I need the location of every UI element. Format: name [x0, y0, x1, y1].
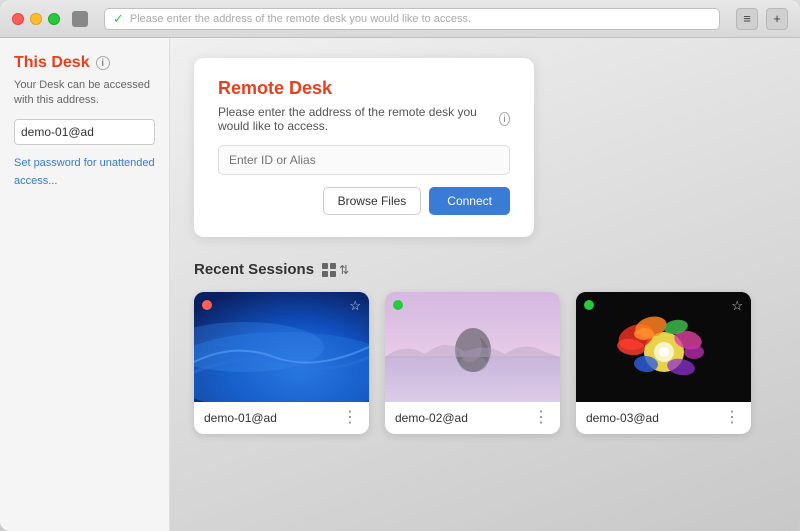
status-dot-green-3 [584, 300, 594, 310]
search-bar[interactable]: ✓ Please enter the address of the remote… [104, 8, 720, 30]
grid-dot [322, 271, 328, 277]
sessions-grid: ☆ demo-01@ad ⋮ [194, 292, 776, 434]
status-dot-green [393, 300, 403, 310]
session-menu-2[interactable]: ⋮ [533, 410, 550, 426]
info-icon[interactable]: i [96, 56, 110, 70]
remote-desk-description: Please enter the address of the remote d… [218, 105, 510, 133]
minimize-button[interactable] [30, 13, 42, 25]
remote-desk-title: Remote Desk [218, 78, 510, 99]
set-password-link[interactable]: Set password for unattended access... [14, 157, 155, 187]
remote-id-input[interactable] [218, 145, 510, 175]
grid-dot [330, 263, 336, 269]
maximize-button[interactable] [48, 13, 60, 25]
search-placeholder: Please enter the address of the remote d… [130, 13, 711, 25]
add-button[interactable]: + [766, 8, 788, 30]
close-button[interactable] [12, 13, 24, 25]
sidebar-description: Your Desk can be accessed with this addr… [14, 78, 155, 109]
sidebar-title: This Desk i [14, 54, 155, 72]
connect-button[interactable]: Connect [429, 187, 510, 215]
check-icon: ✓ [113, 11, 124, 27]
session-thumbnail-3: ☆ [576, 292, 751, 402]
traffic-lights [12, 13, 60, 25]
right-panel: Remote Desk Please enter the address of … [170, 38, 800, 531]
session-label-1: demo-01@ad [204, 411, 277, 425]
desk-address-input[interactable] [14, 119, 155, 145]
grid-icon [322, 263, 336, 277]
session-label-3: demo-03@ad [586, 411, 659, 425]
session-card: demo-02@ad ⋮ [385, 292, 560, 434]
session-footer-1: demo-01@ad ⋮ [194, 402, 369, 434]
grid-dot [322, 263, 328, 269]
status-dot-red [202, 300, 212, 310]
titlebar: ✓ Please enter the address of the remote… [0, 0, 800, 38]
session-thumbnail-2 [385, 292, 560, 402]
remote-desk-card: Remote Desk Please enter the address of … [194, 58, 534, 237]
browse-files-button[interactable]: Browse Files [323, 187, 422, 215]
remote-info-icon[interactable]: i [499, 112, 510, 126]
star-icon-3[interactable]: ☆ [731, 298, 743, 314]
sidebar: This Desk i Your Desk can be accessed wi… [0, 38, 170, 531]
grid-dot [330, 271, 336, 277]
list-view-button[interactable]: ≡ [736, 8, 758, 30]
session-label-2: demo-02@ad [395, 411, 468, 425]
session-menu-1[interactable]: ⋮ [342, 410, 359, 426]
remote-desk-actions: Browse Files Connect [218, 187, 510, 215]
session-footer-3: demo-03@ad ⋮ [576, 402, 751, 434]
recent-sessions-header: Recent Sessions ⇅ [194, 261, 776, 278]
session-footer-2: demo-02@ad ⋮ [385, 402, 560, 434]
session-menu-3[interactable]: ⋮ [724, 410, 741, 426]
app-window: ✓ Please enter the address of the remote… [0, 0, 800, 531]
this-desk-label: This Desk [14, 54, 90, 72]
app-icon [72, 11, 88, 27]
star-icon-1[interactable]: ☆ [349, 298, 361, 314]
session-thumbnail-1: ☆ [194, 292, 369, 402]
session-card: ☆ demo-03@ad ⋮ [576, 292, 751, 434]
session-card: ☆ demo-01@ad ⋮ [194, 292, 369, 434]
list-icon: ≡ [743, 11, 751, 26]
add-icon: + [773, 11, 781, 26]
grid-sort-button[interactable]: ⇅ [322, 263, 349, 277]
main-content: This Desk i Your Desk can be accessed wi… [0, 38, 800, 531]
sort-arrows: ⇅ [339, 263, 349, 277]
recent-sessions-title: Recent Sessions [194, 261, 314, 278]
